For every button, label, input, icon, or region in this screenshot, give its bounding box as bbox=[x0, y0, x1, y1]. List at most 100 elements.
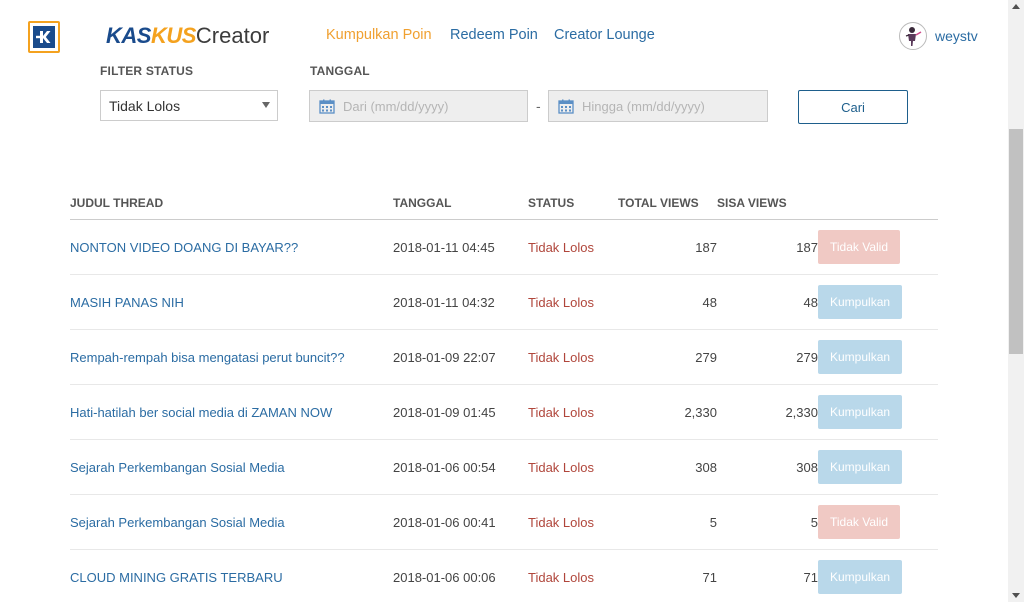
action-cell: Kumpulkan bbox=[818, 439, 938, 495]
site-header: KASKUSCreator Kumpulkan Poin Redeem Poin… bbox=[0, 0, 1008, 64]
action-cell: Kumpulkan bbox=[818, 384, 938, 440]
kumpulkan-button[interactable]: Kumpulkan bbox=[818, 285, 903, 319]
remaining-views: 5 bbox=[717, 494, 818, 550]
thread-title-link[interactable]: Sejarah Perkembangan Sosial Media bbox=[70, 515, 285, 530]
username[interactable]: weystv bbox=[935, 28, 978, 44]
total-views: 279 bbox=[618, 329, 717, 385]
brand-logo[interactable]: KASKUSCreator bbox=[106, 23, 269, 49]
date-from-field[interactable] bbox=[309, 90, 528, 122]
date-range-separator: - bbox=[536, 98, 541, 114]
thread-status: Tidak Lolos bbox=[528, 549, 618, 602]
vertical-scrollbar[interactable] bbox=[1008, 0, 1024, 602]
thread-title-link[interactable]: NONTON VIDEO DOANG DI BAYAR?? bbox=[70, 240, 298, 255]
action-cell: Tidak Valid bbox=[818, 494, 938, 550]
thread-title-cell: Sejarah Perkembangan Sosial Media bbox=[70, 439, 393, 495]
column-header-total-views: TOTAL VIEWS bbox=[618, 186, 717, 220]
thread-date: 2018-01-06 00:54 bbox=[393, 439, 528, 495]
thread-title-cell: CLOUD MINING GRATIS TERBARU bbox=[70, 549, 393, 602]
column-header-status: STATUS bbox=[528, 186, 618, 220]
scrollbar-thumb[interactable] bbox=[1009, 129, 1023, 354]
table-row: CLOUD MINING GRATIS TERBARU 2018-01-06 00… bbox=[70, 549, 938, 602]
brand-creator: Creator bbox=[195, 23, 270, 48]
table-row: Rempah-rempah bisa mengatasi perut bunci… bbox=[70, 329, 938, 385]
table-row: NONTON VIDEO DOANG DI BAYAR?? 2018-01-11 … bbox=[70, 219, 938, 275]
thread-date: 2018-01-11 04:32 bbox=[393, 274, 528, 330]
tidak-valid-button[interactable]: Tidak Valid bbox=[818, 230, 901, 264]
kumpulkan-button[interactable]: Kumpulkan bbox=[818, 450, 903, 484]
remaining-views: 279 bbox=[717, 329, 818, 385]
thread-title-link[interactable]: MASIH PANAS NIH bbox=[70, 295, 184, 310]
thread-date: 2018-01-09 22:07 bbox=[393, 329, 528, 385]
nav-redeem-poin[interactable]: Redeem Poin bbox=[450, 27, 538, 43]
table-row: Sejarah Perkembangan Sosial Media 2018-01… bbox=[70, 494, 938, 550]
column-header-action bbox=[818, 186, 938, 220]
remaining-views: 187 bbox=[717, 219, 818, 275]
column-header-date: TANGGAL bbox=[393, 186, 528, 220]
total-views: 2,330 bbox=[618, 384, 717, 440]
thread-date: 2018-01-09 01:45 bbox=[393, 384, 528, 440]
thread-status: Tidak Lolos bbox=[528, 439, 618, 495]
thread-status: Tidak Lolos bbox=[528, 274, 618, 330]
thread-title-link[interactable]: CLOUD MINING GRATIS TERBARU bbox=[70, 570, 283, 585]
total-views: 48 bbox=[618, 274, 717, 330]
remaining-views: 2,330 bbox=[717, 384, 818, 440]
table-row: Hati-hatilah ber social media di ZAMAN N… bbox=[70, 384, 938, 440]
total-views: 308 bbox=[618, 439, 717, 495]
calendar-icon bbox=[558, 99, 574, 114]
brand-kus: KUS bbox=[150, 23, 196, 48]
status-select-value: Tidak Lolos bbox=[109, 97, 181, 114]
action-cell: Kumpulkan bbox=[818, 274, 938, 330]
action-cell: Kumpulkan bbox=[818, 549, 938, 602]
scroll-up-icon[interactable] bbox=[1012, 4, 1020, 9]
page: FILTER STATUS TANGGAL Tidak Lolos - bbox=[0, 0, 1008, 602]
nav-creator-lounge[interactable]: Creator Lounge bbox=[554, 27, 655, 43]
calendar-icon bbox=[319, 99, 335, 114]
search-button[interactable]: Cari bbox=[798, 90, 908, 124]
remaining-views: 71 bbox=[717, 549, 818, 602]
kumpulkan-button[interactable]: Kumpulkan bbox=[818, 560, 903, 594]
thread-title-link[interactable]: Sejarah Perkembangan Sosial Media bbox=[70, 460, 285, 475]
table-header-row: JUDUL THREAD TANGGAL STATUS TOTAL VIEWS … bbox=[70, 186, 938, 220]
status-select[interactable]: Tidak Lolos bbox=[100, 90, 278, 121]
thread-date: 2018-01-06 00:41 bbox=[393, 494, 528, 550]
threads-table: JUDUL THREAD TANGGAL STATUS TOTAL VIEWS … bbox=[70, 186, 938, 602]
action-cell: Tidak Valid bbox=[818, 219, 938, 275]
nav-kumpulkan-poin[interactable]: Kumpulkan Poin bbox=[326, 27, 432, 43]
thread-status: Tidak Lolos bbox=[528, 384, 618, 440]
kumpulkan-button[interactable]: Kumpulkan bbox=[818, 395, 903, 429]
thread-title-link[interactable]: Hati-hatilah ber social media di ZAMAN N… bbox=[70, 405, 332, 420]
filter-status-label: FILTER STATUS bbox=[100, 64, 194, 78]
avatar[interactable] bbox=[899, 22, 927, 50]
remaining-views: 48 bbox=[717, 274, 818, 330]
date-to-input[interactable] bbox=[580, 97, 754, 115]
thread-title-cell: NONTON VIDEO DOANG DI BAYAR?? bbox=[70, 219, 393, 275]
kaskus-logo-icon[interactable] bbox=[28, 21, 60, 53]
thread-title-cell: Sejarah Perkembangan Sosial Media bbox=[70, 494, 393, 550]
tidak-valid-button[interactable]: Tidak Valid bbox=[818, 505, 901, 539]
date-filter-label: TANGGAL bbox=[310, 64, 370, 78]
caret-down-icon bbox=[262, 102, 270, 108]
column-header-title: JUDUL THREAD bbox=[70, 186, 393, 220]
thread-status: Tidak Lolos bbox=[528, 329, 618, 385]
table-row: MASIH PANAS NIH 2018-01-11 04:32 Tidak Lol… bbox=[70, 274, 938, 330]
date-to-field[interactable] bbox=[548, 90, 768, 122]
column-header-remaining-views: SISA VIEWS bbox=[717, 186, 818, 220]
thread-status: Tidak Lolos bbox=[528, 494, 618, 550]
thread-date: 2018-01-06 00:06 bbox=[393, 549, 528, 602]
scroll-down-icon[interactable] bbox=[1012, 593, 1020, 598]
thread-title-cell: Hati-hatilah ber social media di ZAMAN N… bbox=[70, 384, 393, 440]
kaskus-k-logo bbox=[33, 26, 55, 48]
brand-kas: KAS bbox=[106, 23, 151, 48]
total-views: 71 bbox=[618, 549, 717, 602]
thread-title-link[interactable]: Rempah-rempah bisa mengatasi perut bunci… bbox=[70, 350, 345, 365]
total-views: 187 bbox=[618, 219, 717, 275]
thread-date: 2018-01-11 04:45 bbox=[393, 219, 528, 275]
remaining-views: 308 bbox=[717, 439, 818, 495]
table-row: Sejarah Perkembangan Sosial Media 2018-01… bbox=[70, 439, 938, 495]
thread-title-cell: MASIH PANAS NIH bbox=[70, 274, 393, 330]
thread-status: Tidak Lolos bbox=[528, 219, 618, 275]
action-cell: Kumpulkan bbox=[818, 329, 938, 385]
kumpulkan-button[interactable]: Kumpulkan bbox=[818, 340, 903, 374]
date-from-input[interactable] bbox=[341, 97, 515, 115]
total-views: 5 bbox=[618, 494, 717, 550]
